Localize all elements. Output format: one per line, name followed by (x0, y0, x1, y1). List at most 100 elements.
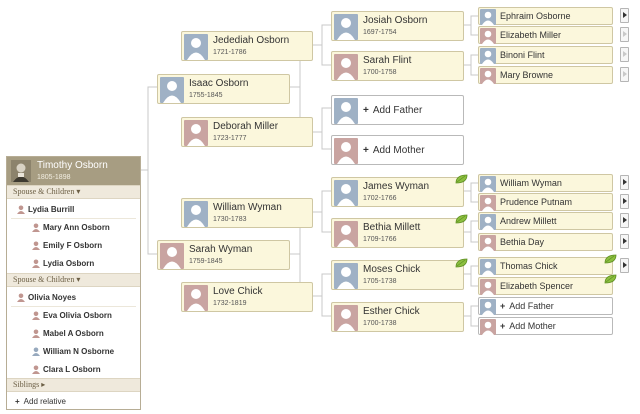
male-silhouette-icon (184, 34, 208, 60)
spouse-lydia-burrill[interactable]: Lydia Burrill (17, 205, 74, 214)
male-silhouette-icon (334, 98, 358, 124)
person-william-wyman-gen4[interactable]: William Wyman (478, 174, 613, 192)
add-father-button-gen4[interactable]: + Add Father (478, 297, 613, 315)
add-mother-button[interactable]: + Add Mother (331, 135, 464, 165)
female-silhouette-icon (480, 279, 496, 295)
person-sarah-flint[interactable]: Sarah Flint 1700-1758 (331, 51, 464, 81)
female-icon (32, 259, 40, 268)
child-william-n-osborne[interactable]: William N Osborne (32, 347, 114, 356)
expand-arrow-icon[interactable] (620, 175, 629, 190)
person-name: Ephraim Osborne (500, 11, 571, 21)
person-dates: 1723-1777 (213, 135, 247, 142)
expand-arrow-icon[interactable] (620, 67, 629, 82)
person-esther-chick[interactable]: Esther Chick 1700-1738 (331, 302, 464, 332)
divider (11, 306, 136, 307)
expand-arrow-icon[interactable] (620, 194, 629, 209)
expand-arrow-icon[interactable] (620, 234, 629, 249)
record-hint-leaf-icon[interactable] (604, 254, 617, 264)
add-father-label: Add Father (509, 301, 554, 311)
person-isaac-osborn[interactable]: Isaac Osborn 1755-1845 (157, 74, 290, 104)
child-mabel-a-osborn[interactable]: Mabel A Osborn (32, 329, 104, 338)
expand-arrow-icon[interactable] (620, 258, 629, 273)
female-silhouette-icon (334, 221, 358, 247)
expand-arrow-icon[interactable] (620, 213, 629, 228)
female-silhouette-icon (334, 138, 358, 164)
person-deborah-miller[interactable]: Deborah Miller 1723-1777 (181, 117, 313, 147)
male-silhouette-icon (334, 180, 358, 206)
female-silhouette-icon (480, 319, 496, 335)
plus-icon: + (363, 105, 369, 116)
person-name: Sarah Wyman (189, 244, 253, 255)
person-name: James Wyman (363, 181, 430, 192)
expand-arrow-icon[interactable] (620, 27, 629, 42)
focus-person-dates: 1805-1898 (37, 174, 71, 181)
expand-arrow-icon[interactable] (620, 47, 629, 62)
person-prudence-putnam[interactable]: Prudence Putnam (478, 193, 613, 211)
male-silhouette-icon (334, 14, 358, 40)
person-name: Prudence Putnam (500, 197, 573, 207)
person-name: Elizabeth Spencer (500, 281, 574, 291)
female-silhouette-icon (160, 243, 184, 269)
person-thomas-chick[interactable]: Thomas Chick (478, 257, 613, 275)
focus-person-card[interactable]: Timothy Osborn 1805-1898 (7, 157, 140, 185)
person-elizabeth-miller[interactable]: Elizabeth Miller (478, 26, 613, 44)
divider (11, 218, 136, 219)
female-silhouette-icon (480, 28, 496, 44)
person-love-chick[interactable]: Love Chick 1732-1819 (181, 282, 313, 312)
record-hint-leaf-icon[interactable] (604, 274, 617, 284)
spouse-olivia-noyes[interactable]: Olivia Noyes (17, 293, 76, 302)
child-emily-f-osborn[interactable]: Emily F Osborn (32, 241, 102, 250)
person-name: Binoni Flint (500, 50, 545, 60)
spouse-children-header-2[interactable]: Spouse & Children ▾ (7, 273, 140, 287)
person-moses-chick[interactable]: Moses Chick 1705-1738 (331, 260, 464, 290)
female-silhouette-icon (334, 54, 358, 80)
child-clara-l-osborn[interactable]: Clara L Osborn (32, 365, 101, 374)
person-dates: 1755-1845 (189, 92, 223, 99)
person-bethia-day[interactable]: Bethia Day (478, 233, 613, 251)
male-silhouette-icon (480, 9, 496, 25)
person-william-wyman[interactable]: William Wyman 1730-1783 (181, 198, 313, 228)
record-hint-leaf-icon[interactable] (455, 258, 468, 268)
person-elizabeth-spencer[interactable]: Elizabeth Spencer (478, 277, 613, 295)
add-father-button[interactable]: + Add Father (331, 95, 464, 125)
female-icon (32, 329, 40, 338)
person-name: Moses Chick (363, 264, 421, 275)
female-icon (32, 241, 40, 250)
person-name: Josiah Osborn (363, 15, 428, 26)
person-james-wyman[interactable]: James Wyman 1702-1766 (331, 177, 464, 207)
spouse-name: Lydia Burrill (28, 205, 75, 214)
person-andrew-millett[interactable]: Andrew Millett (478, 212, 613, 230)
person-name: Jedediah Osborn (213, 35, 290, 46)
person-name: Andrew Millett (500, 216, 557, 226)
record-hint-leaf-icon[interactable] (455, 214, 468, 224)
child-name: Mary Ann Osborn (43, 223, 110, 232)
person-name: Elizabeth Miller (500, 30, 562, 40)
person-name: William Wyman (500, 178, 562, 188)
person-sarah-wyman[interactable]: Sarah Wyman 1759-1845 (157, 240, 290, 270)
record-hint-leaf-icon[interactable] (455, 174, 468, 184)
person-josiah-osborn[interactable]: Josiah Osborn 1697-1754 (331, 11, 464, 41)
child-name: William N Osborne (43, 347, 115, 356)
male-icon (32, 347, 40, 356)
person-mary-browne[interactable]: Mary Browne (478, 66, 613, 84)
male-silhouette-icon (184, 201, 208, 227)
person-binoni-flint[interactable]: Binoni Flint (478, 46, 613, 64)
person-ephraim-osborne[interactable]: Ephraim Osborne (478, 7, 613, 25)
person-name: Isaac Osborn (189, 78, 249, 89)
expand-arrow-icon[interactable] (620, 8, 629, 23)
spouse-children-header-1[interactable]: Spouse & Children ▾ (7, 185, 140, 199)
add-mother-button-gen4[interactable]: + Add Mother (478, 317, 613, 335)
add-father-label: Add Father (372, 105, 423, 116)
child-mary-ann-osborn[interactable]: Mary Ann Osborn (32, 223, 110, 232)
person-bethia-millett[interactable]: Bethia Millett 1709-1766 (331, 218, 464, 248)
child-lydia-osborn[interactable]: Lydia Osborn (32, 259, 94, 268)
person-name: Bethia Day (500, 237, 545, 247)
focus-person-photo (11, 160, 31, 182)
child-eva-olivia-osborn[interactable]: Eva Olivia Osborn (32, 311, 112, 320)
add-relative-link[interactable]: + Add relative (15, 397, 66, 406)
siblings-header[interactable]: Siblings ▸ (7, 378, 140, 392)
child-name: Clara L Osborn (43, 365, 101, 374)
male-silhouette-icon (480, 299, 496, 315)
person-jedediah-osborn[interactable]: Jedediah Osborn 1721-1786 (181, 31, 313, 61)
female-icon (17, 205, 25, 214)
